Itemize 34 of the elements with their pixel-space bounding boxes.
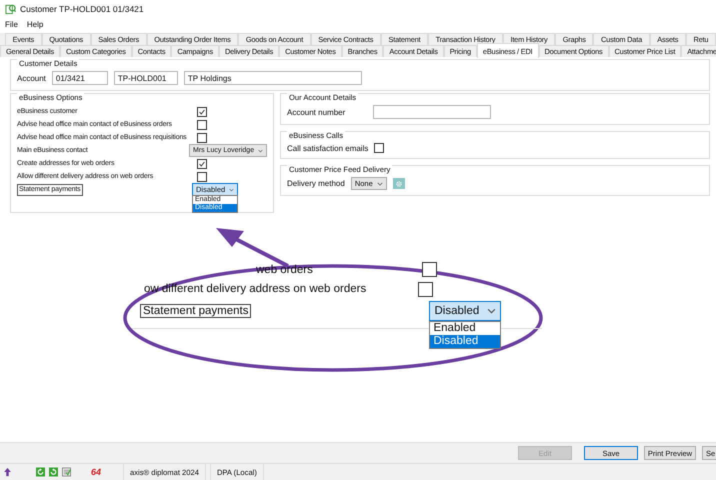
checkbox[interactable] [197,132,207,142]
field-label: Delivery method [287,179,345,188]
up-arrow-icon[interactable] [3,467,12,477]
gear-icon [394,180,403,188]
checkbox[interactable] [197,158,207,168]
dropdown-option[interactable]: Disabled [430,335,500,348]
chevron-icon [258,148,263,152]
checkbox[interactable] [197,172,207,182]
window-title: Customer TP-HOLD001 01/3421 [20,4,144,14]
menu-item[interactable]: File [5,20,18,29]
chevron-icon [229,188,234,192]
app-icon [5,3,16,15]
chevron-icon [376,182,383,186]
checkbox[interactable] [197,120,207,130]
text-field[interactable] [373,105,491,119]
text-field[interactable]: 01/3421 [52,71,108,85]
dropdown[interactable]: Disabled [429,301,502,321]
menu-item[interactable]: Help [26,20,44,29]
checklist-icon[interactable] [62,467,71,477]
checkbox[interactable] [418,282,433,296]
option-label: Call satisfaction emails [287,144,368,152]
option-label: Statement payments [140,304,252,318]
version-label: 64 [91,467,102,477]
text-field[interactable]: TP Holdings [184,71,362,85]
dropdown-option[interactable]: Enabled [430,322,500,335]
checkbox[interactable] [422,262,437,277]
refresh-icon[interactable] [49,467,58,477]
checkbox[interactable] [197,106,207,116]
text-field[interactable]: TP-HOLD001 [114,71,178,85]
refresh-icon[interactable] [36,467,45,477]
field-label: Account [17,74,46,82]
checkbox[interactable] [374,143,384,153]
chevron-icon [487,308,496,314]
field-label: Account number [287,108,346,116]
